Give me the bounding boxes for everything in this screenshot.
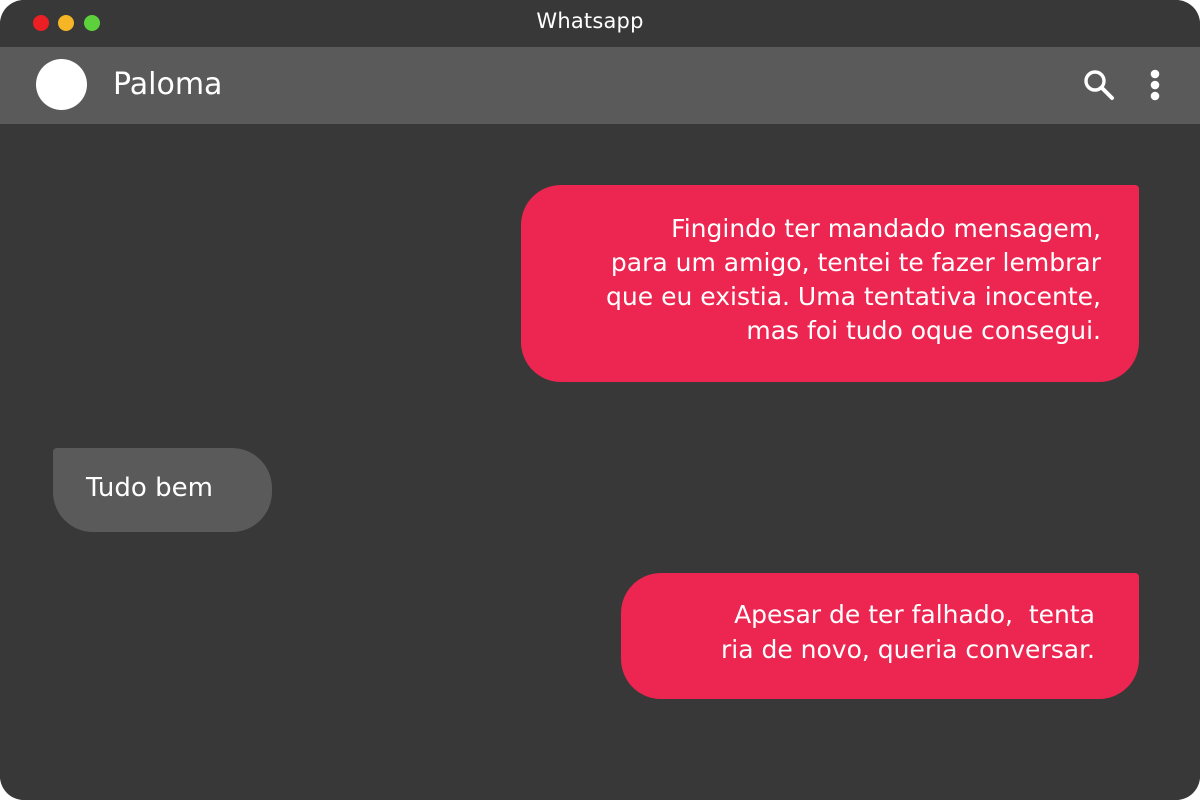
window-title: Whatsapp <box>536 9 644 33</box>
message-text-line: ria de novo, queria conversar. <box>720 635 1095 664</box>
contact-avatar[interactable] <box>36 59 87 110</box>
search-icon <box>1084 70 1114 100</box>
chat-header: Paloma <box>0 47 1200 124</box>
message-bubble-sent[interactable]: Apesar de ter falhado, tenta ria de novo… <box>621 573 1139 699</box>
message-bubble-received[interactable]: Tudo bem <box>53 448 272 532</box>
message-text-line: que eu existia. Uma tentativa inocente, <box>606 282 1101 311</box>
message-text-line: para um amigo, tentei te fazer lembrar <box>610 248 1101 277</box>
message-text-line: Tudo bem <box>86 473 213 503</box>
chat-area[interactable]: Fingindo ter mandado mensagem, para um a… <box>0 124 1200 800</box>
title-bar: Whatsapp <box>0 0 1200 47</box>
more-options-button[interactable] <box>1142 67 1168 103</box>
more-vertical-icon <box>1150 69 1160 101</box>
message-text-line: mas foi tudo oque consegui. <box>746 316 1101 345</box>
contact-name[interactable]: Paloma <box>113 67 222 103</box>
message-bubble-sent[interactable]: Fingindo ter mandado mensagem, para um a… <box>521 185 1139 382</box>
message-text-line: Apesar de ter falhado, tenta <box>734 600 1095 629</box>
search-button[interactable] <box>1081 67 1117 103</box>
message-text-line: Fingindo ter mandado mensagem, <box>671 214 1101 243</box>
app-window: Whatsapp Paloma Fingindo ter mandado men… <box>0 0 1200 800</box>
